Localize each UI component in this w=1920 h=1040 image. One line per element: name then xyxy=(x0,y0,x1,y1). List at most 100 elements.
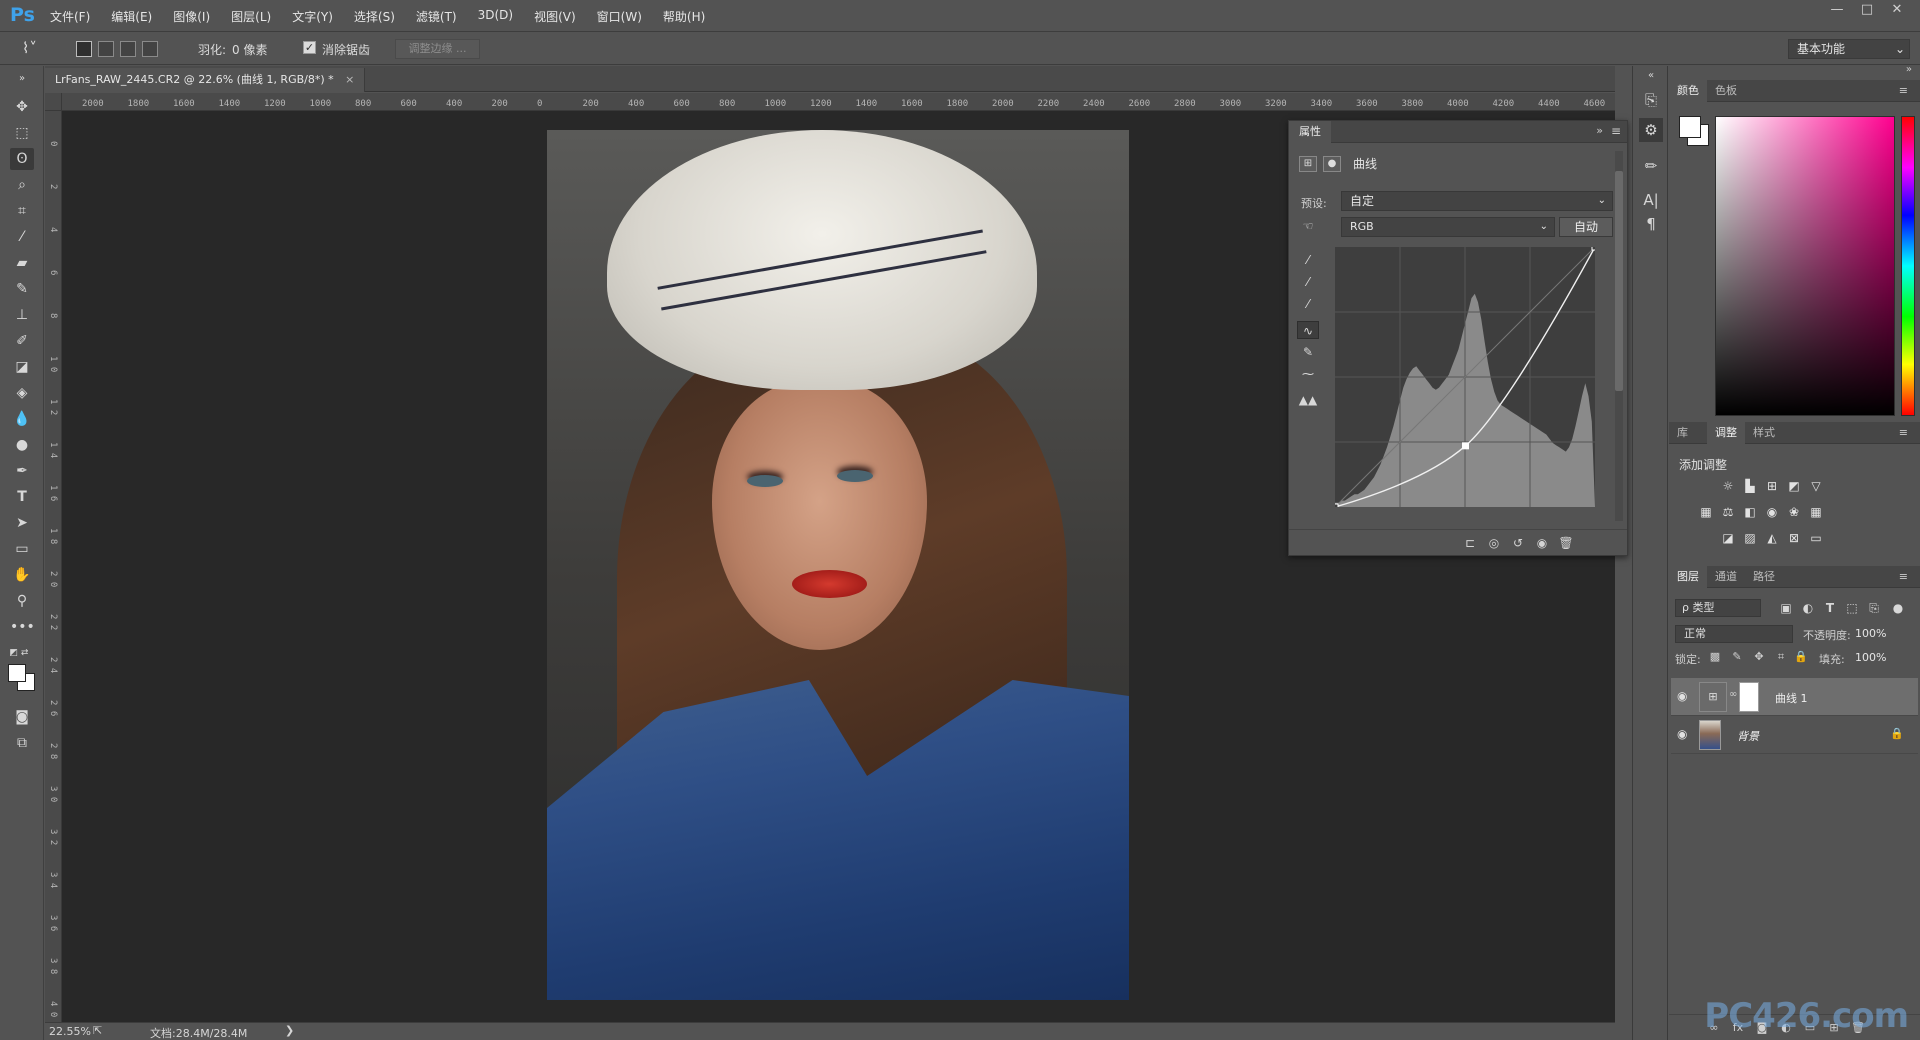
smooth-curve-icon[interactable]: ⁓ xyxy=(1297,365,1319,383)
layer-mask-thumbnail[interactable] xyxy=(1739,682,1759,712)
antialias-checkbox[interactable]: ✓ xyxy=(303,41,316,54)
dodge-tool-icon[interactable]: ● xyxy=(10,434,34,456)
auto-button[interactable]: 自动 xyxy=(1559,217,1613,237)
document-image[interactable] xyxy=(547,130,1129,1000)
path-selection-tool-icon[interactable]: ➤ xyxy=(10,512,34,534)
intersect-selection-icon[interactable] xyxy=(142,41,158,57)
collapse-icon[interactable]: » xyxy=(1596,124,1603,137)
vibrance-icon[interactable]: ▽ xyxy=(1807,478,1825,494)
filter-smart-object-icon[interactable]: ⎘ xyxy=(1865,599,1883,617)
menu-type[interactable]: 文字(Y) xyxy=(292,8,333,25)
targeted-adjust-icon[interactable]: ☜ xyxy=(1297,217,1319,235)
properties-panel-icon[interactable]: ⚙ xyxy=(1639,118,1663,142)
clone-stamp-tool-icon[interactable]: ⊥ xyxy=(10,304,34,326)
visibility-eye-icon[interactable]: ◉ xyxy=(1677,689,1693,703)
history-panel-icon[interactable]: ⎘ xyxy=(1639,88,1663,112)
layer-name[interactable]: 背景 xyxy=(1737,728,1759,744)
move-tool-icon[interactable]: ✥ xyxy=(10,96,34,118)
zoom-level[interactable]: 22.55% xyxy=(49,1025,91,1038)
document-close-icon[interactable]: × xyxy=(345,73,354,86)
color-balance-icon[interactable]: ⚖ xyxy=(1719,504,1737,520)
tab-color[interactable]: 颜色 xyxy=(1669,80,1707,102)
menu-view[interactable]: 视图(V) xyxy=(534,8,576,25)
character-panel-icon[interactable]: A| xyxy=(1639,188,1663,212)
color-lookup-icon[interactable]: ▦ xyxy=(1807,504,1825,520)
lock-position-icon[interactable]: ✥ xyxy=(1751,649,1767,665)
clip-to-layer-icon[interactable]: ⊏ xyxy=(1461,535,1479,551)
screen-mode-icon[interactable]: ⧉ xyxy=(10,732,34,754)
foreground-color-swatch[interactable] xyxy=(1679,116,1701,138)
menu-help[interactable]: 帮助(H) xyxy=(663,8,705,25)
opacity-input[interactable]: 100% xyxy=(1855,625,1909,643)
healing-brush-tool-icon[interactable]: ▰ xyxy=(10,252,34,274)
layer-name[interactable]: 曲线 1 xyxy=(1775,690,1808,706)
panel-menu-icon[interactable]: ≡ xyxy=(1891,422,1916,444)
filter-type-icon[interactable]: T xyxy=(1821,599,1839,617)
scrollbar-thumb[interactable] xyxy=(1615,171,1623,391)
menu-file[interactable]: 文件(F) xyxy=(50,8,90,25)
layer-filter-select[interactable]: ρ 类型 xyxy=(1675,599,1761,617)
levels-icon[interactable]: ▙ xyxy=(1741,478,1759,494)
menu-edit[interactable]: 编辑(E) xyxy=(111,8,152,25)
pencil-draw-icon[interactable]: ✎ xyxy=(1297,343,1319,361)
marquee-tool-icon[interactable]: ⬚ xyxy=(10,122,34,144)
zoom-tool-icon[interactable]: ⚲ xyxy=(10,590,34,612)
lasso-tool-icon[interactable]: ʘ xyxy=(10,148,34,170)
curves-graph[interactable] xyxy=(1335,247,1595,507)
foreground-color-swatch[interactable] xyxy=(8,664,26,682)
layer-row-curves[interactable]: ◉ ⊞ ∞ 曲线 1 xyxy=(1671,678,1918,716)
view-previous-icon[interactable]: ◎ xyxy=(1485,535,1503,551)
reset-icon[interactable]: ↺ xyxy=(1509,535,1527,551)
subtract-selection-icon[interactable] xyxy=(120,41,136,57)
curves-adjustment-icon[interactable]: ⊞ xyxy=(1299,155,1317,172)
menu-select[interactable]: 选择(S) xyxy=(354,8,395,25)
filter-adjustment-icon[interactable]: ◐ xyxy=(1799,599,1817,617)
blur-tool-icon[interactable]: 💧 xyxy=(10,408,34,430)
quick-mask-icon[interactable]: ◙ xyxy=(10,706,34,728)
channel-select[interactable]: RGB ⌄ xyxy=(1341,217,1555,237)
maximize-button[interactable]: □ xyxy=(1852,2,1882,20)
close-button[interactable]: ✕ xyxy=(1882,2,1912,20)
layer-row-background[interactable]: ◉ 背景 🔒 xyxy=(1671,716,1918,754)
properties-tab[interactable]: 属性 xyxy=(1289,121,1331,143)
mask-link-icon[interactable]: ∞ xyxy=(1729,689,1737,700)
blend-mode-select[interactable]: 正常 xyxy=(1675,625,1793,643)
brush-panel-icon[interactable]: ✏ xyxy=(1639,154,1663,178)
curves-icon[interactable]: ⊞ xyxy=(1763,478,1781,494)
feather-input[interactable]: 0 像素 xyxy=(232,41,267,58)
pen-tool-icon[interactable]: ✒ xyxy=(10,460,34,482)
channel-mixer-icon[interactable]: ❀ xyxy=(1785,504,1803,520)
history-brush-tool-icon[interactable]: ✐ xyxy=(10,330,34,352)
hue-slider[interactable] xyxy=(1901,116,1915,416)
brush-tool-icon[interactable]: ✎ xyxy=(10,278,34,300)
hand-tool-icon[interactable]: ✋ xyxy=(10,564,34,586)
gradient-map-icon[interactable]: ▭ xyxy=(1807,530,1825,546)
expand-panels-icon[interactable]: « xyxy=(1639,64,1663,88)
gray-point-eyedropper-icon[interactable]: ⁄ xyxy=(1297,273,1319,291)
curve-point-tool-icon[interactable]: ∿ xyxy=(1297,321,1319,339)
tab-styles[interactable]: 样式 xyxy=(1745,422,1783,444)
color-picker-field[interactable] xyxy=(1715,116,1895,416)
paint-bucket-tool-icon[interactable]: ◈ xyxy=(10,382,34,404)
brightness-icon[interactable]: ☼ xyxy=(1719,478,1737,494)
crop-tool-icon[interactable]: ⌗ xyxy=(10,200,34,222)
refine-edge-button[interactable]: 调整边缘 ... xyxy=(395,39,480,59)
horizontal-ruler[interactable]: 2000 1800 1600 1400 1200 1000 800 600 400 200 0 200… xyxy=(62,93,1615,111)
tab-swatches[interactable]: 色板 xyxy=(1707,80,1745,102)
lock-all-icon[interactable]: 🔒 xyxy=(1793,649,1809,665)
posterize-icon[interactable]: ▨ xyxy=(1741,530,1759,546)
quick-select-tool-icon[interactable]: ⌕ xyxy=(10,174,34,196)
minimize-button[interactable]: — xyxy=(1822,2,1852,20)
layer-mask-icon[interactable]: ● xyxy=(1323,155,1341,172)
menu-layer[interactable]: 图层(L) xyxy=(231,8,271,25)
rectangle-tool-icon[interactable]: ▭ xyxy=(10,538,34,560)
tab-layers[interactable]: 图层 xyxy=(1669,566,1707,588)
vertical-ruler[interactable]: 0 2 4 6 8 1 0 1 2 1 4 1 6 1 8 2 0 2 2 2 4 2 6 2 8 3 0 3 … xyxy=(45,111,62,1022)
selective-color-icon[interactable]: ⊠ xyxy=(1785,530,1803,546)
lasso-preset-icon[interactable]: ⌇˅ xyxy=(22,39,37,57)
workspace-select[interactable]: 基本功能 ⌄ xyxy=(1788,39,1910,59)
menu-image[interactable]: 图像(I) xyxy=(173,8,210,25)
menu-filter[interactable]: 滤镜(T) xyxy=(416,8,457,25)
properties-scrollbar[interactable] xyxy=(1615,151,1623,521)
white-point-eyedropper-icon[interactable]: ⁄ xyxy=(1297,295,1319,313)
